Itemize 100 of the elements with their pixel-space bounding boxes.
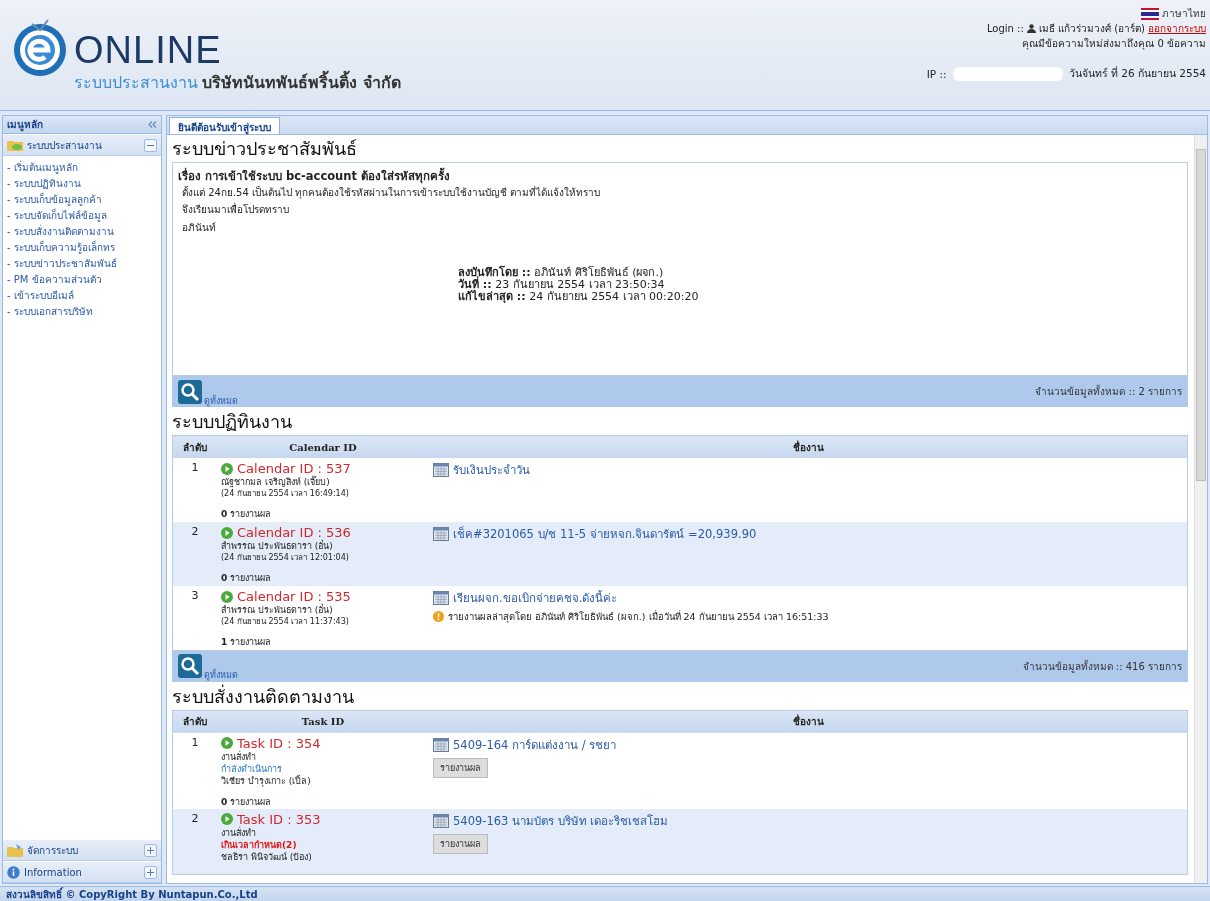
view-all-link[interactable]: ดูทั้งหมด bbox=[204, 668, 238, 682]
scrollbar[interactable] bbox=[1194, 135, 1207, 883]
message-count: คุณมีข้อความใหม่ส่งมาถึงคุณ 0 ข้อความ bbox=[1022, 37, 1206, 51]
toggle-icon[interactable] bbox=[144, 843, 157, 857]
menu-link[interactable]: - เข้าระบบอีเมล์ bbox=[7, 290, 74, 301]
report-button[interactable]: รายงานผล bbox=[433, 757, 488, 778]
calendar-icon bbox=[433, 527, 449, 541]
report-count: 0 รายงานผล bbox=[221, 795, 273, 809]
calendar-id-link[interactable]: Calendar ID : 535 bbox=[237, 589, 351, 604]
search-icon[interactable] bbox=[178, 379, 202, 404]
section-header[interactable]: จัดการระบบ bbox=[3, 839, 161, 861]
section-heading: ระบบสั่งงานติดตามงาน bbox=[172, 683, 355, 709]
section-title: Information bbox=[24, 866, 83, 878]
person-name: สำพรรณ ประพันธดารา (อั๋น) bbox=[221, 540, 334, 552]
column-header: ลำดับ bbox=[172, 710, 217, 733]
task-id-link[interactable]: Task ID : 354 bbox=[237, 735, 321, 751]
go-icon bbox=[221, 590, 233, 603]
news-subject: เรื่อง การเข้าใช้ระบบ bc-account ต้องใส่รหัสทุกครั้ง bbox=[178, 167, 451, 185]
go-icon bbox=[221, 813, 233, 825]
menu-link[interactable]: - ระบบปฏิทินงาน bbox=[7, 178, 81, 189]
info-icon bbox=[7, 865, 20, 879]
news-meta: แก้ไขล่าสุด :: 24 กันยายน 2554 เวลา 00:20:20 bbox=[458, 291, 700, 303]
report-button[interactable]: รายงานผล bbox=[433, 833, 488, 854]
job-link[interactable]: เรียนผจก.ขอเบิกจ่ายคชจ.ดังนี้ค่ะ bbox=[453, 589, 618, 607]
report-count: 1 รายงานผล bbox=[221, 636, 273, 649]
folder-icon bbox=[7, 843, 23, 857]
toggle-icon[interactable] bbox=[144, 865, 157, 879]
calendar-icon bbox=[433, 463, 449, 477]
section-heading: ระบบปฏิทินงาน bbox=[172, 410, 293, 434]
created-time: (24 กันยายน 2554 เวลา 16:49:14) bbox=[221, 488, 350, 499]
column-header: ชื่องาน bbox=[429, 710, 1188, 733]
person-name: สำพรรณ ประพันธดารา (อั๋น) bbox=[221, 604, 334, 616]
job-link[interactable]: รับเงินประจำวัน bbox=[453, 461, 530, 479]
row-number: 2 bbox=[191, 811, 199, 825]
user-name: เมธี แก้วร่วมวงศ์ (อาร์ต) bbox=[1038, 22, 1145, 36]
person-name: วิเชียร บำรุงเกาะ (เปิ้ล) bbox=[221, 774, 312, 787]
job-link[interactable]: 5409-163 นามบัตร บริษัท เดอะริชเชสโฮม bbox=[453, 811, 669, 830]
calendar-icon bbox=[433, 737, 449, 752]
scrollbar-thumb[interactable] bbox=[1196, 149, 1206, 481]
user-icon bbox=[1026, 24, 1036, 33]
created-time: (24 กันยายน 2554 เวลา 12:01:04) bbox=[221, 552, 350, 563]
menu-link[interactable]: - ระบบสั่งงานติดตามงาน bbox=[7, 226, 114, 237]
search-icon[interactable] bbox=[178, 654, 202, 678]
flag-icon bbox=[1141, 7, 1159, 20]
collapse-icon[interactable] bbox=[148, 121, 157, 128]
total-count: จำนวนข้อมูลทั้งหมด :: 2 รายการ bbox=[1035, 384, 1182, 399]
language-link[interactable]: ภาษาไทย bbox=[1162, 6, 1206, 21]
menu-link[interactable]: - ระบบจัดเก็บไฟล์ข้อมูล bbox=[7, 210, 107, 221]
latest-report-note: รายงานผลล่าสุดโดย อภินันท์ ศิริโยธิพันธ์ (ผจก.) เมื่อวันที่ 24 กันยายน 2554 เวลา 16:51:33 bbox=[448, 609, 829, 624]
report-count: 0 รายงานผล bbox=[221, 508, 273, 521]
menu-link[interactable]: - ระบบเก็บข้อมูลลูกค้า bbox=[7, 194, 102, 205]
section-header[interactable]: ระบบประสานงาน bbox=[3, 134, 161, 156]
calendar-id-link[interactable]: Calendar ID : 536 bbox=[237, 525, 351, 540]
job-link[interactable]: 5409-164 การ์ดแต่งงาน / รชยา bbox=[453, 735, 617, 754]
section-header[interactable]: Information bbox=[3, 861, 161, 883]
row-number: 2 bbox=[191, 525, 199, 538]
logo-text: ONLINE bbox=[74, 30, 222, 70]
menu-link[interactable]: - ระบบเก็บความรู้อเล็กทร bbox=[7, 242, 115, 253]
go-icon bbox=[221, 526, 233, 539]
column-header: ลำดับ bbox=[172, 435, 217, 458]
logout-link[interactable]: ออกจากระบบ bbox=[1148, 21, 1206, 36]
toggle-icon[interactable] bbox=[144, 138, 157, 152]
column-header: Calendar ID bbox=[217, 435, 429, 458]
row-number: 1 bbox=[191, 461, 199, 474]
tab[interactable]: ยินดีต้อนรับเข้าสู่ระบบ bbox=[169, 117, 280, 134]
task-status: เกินเวลากำหนด(2) bbox=[221, 838, 298, 851]
login-label: Login :: bbox=[986, 23, 1024, 34]
menu-link[interactable]: - PM ข้อความส่วนตัว bbox=[7, 274, 102, 285]
task-id-link[interactable]: Task ID : 353 bbox=[237, 811, 321, 827]
sidebar-title: เมนูหลัก bbox=[7, 118, 43, 132]
total-count: จำนวนข้อมูลทั้งหมด :: 416 รายการ bbox=[1022, 658, 1182, 674]
news-text: จึงเรียนมาเพื่อโปรดทราบ bbox=[181, 201, 290, 217]
calendar-id-link[interactable]: Calendar ID : 537 bbox=[237, 461, 351, 476]
task-status: กำลังดำเนินการ bbox=[221, 762, 283, 775]
person-name: ณัฐชากมล เจริญสิงห์ (เจี๊ยบ) bbox=[221, 476, 331, 488]
warning-icon bbox=[433, 611, 444, 622]
folder-icon bbox=[7, 139, 23, 151]
task-type: งานสั่งทำ bbox=[221, 750, 257, 763]
calendar-icon bbox=[433, 591, 449, 605]
job-link[interactable]: เช็ค#3201065 บ/ช 11-5 จ่ายหจก.จินดารัตน์ =20,939.90 bbox=[453, 525, 757, 543]
news-text: ตั้งแต่ 24กย.54 เป็นต้นไป ทุกคนต้องใช้รหัสผ่านในการเข้าระบบใช้งานบัญชี ตามที่ได้แจ้งให้ทราบ bbox=[181, 185, 602, 201]
menu-link[interactable]: - ระบบเอกสารบริษัท bbox=[7, 306, 93, 317]
menu-link[interactable]: - เริ่มต้นเมนูหลัก bbox=[7, 162, 78, 173]
ip-label: IP :: bbox=[926, 67, 947, 80]
row-number: 3 bbox=[191, 589, 199, 602]
calendar-icon bbox=[433, 813, 449, 828]
menu-link[interactable]: - ระบบข่าวประชาสัมพันธ์ bbox=[7, 258, 117, 269]
person-name: ชลธิรา พินิจวัฒน์ (ป้อง) bbox=[221, 850, 313, 863]
section-title: จัดการระบบ bbox=[27, 843, 79, 858]
column-header: ชื่องาน bbox=[429, 435, 1188, 458]
company-name: บริษัทนันทพันธ์พริ้นติ้ง จำกัด bbox=[202, 70, 401, 95]
report-count: 0 รายงานผล bbox=[221, 572, 273, 585]
current-date: วันจันทร์ ที่ 26 กันยายน 2554 bbox=[1068, 65, 1206, 81]
view-all-link[interactable]: ดูทั้งหมด bbox=[204, 393, 238, 408]
go-icon bbox=[221, 737, 233, 749]
section-heading: ระบบข่าวประชาสัมพันธ์ bbox=[172, 137, 358, 161]
row-number: 1 bbox=[191, 735, 199, 749]
created-time: (24 กันยายน 2554 เวลา 11:37:43) bbox=[221, 616, 350, 627]
column-header: Task ID bbox=[217, 710, 429, 733]
section-title: ระบบประสานงาน bbox=[27, 138, 103, 153]
